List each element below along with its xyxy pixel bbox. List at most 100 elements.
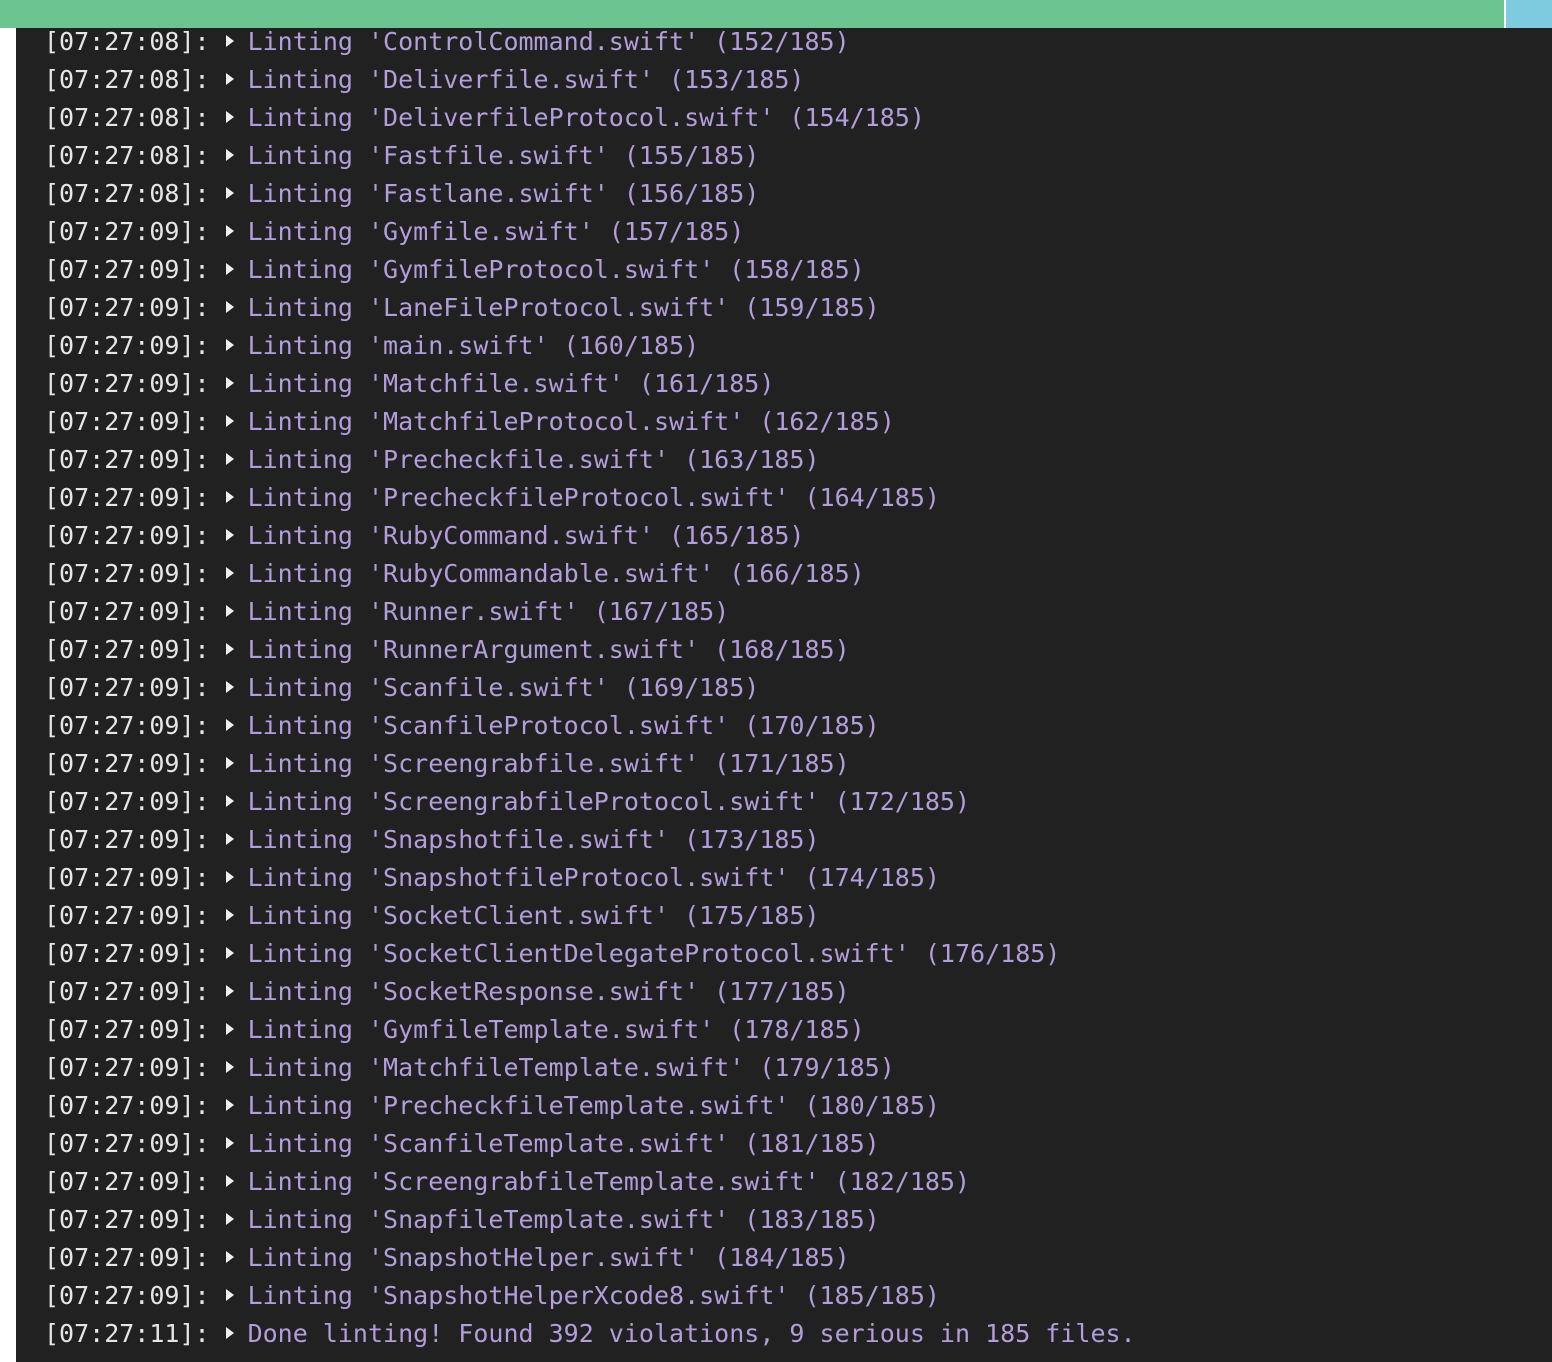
play-triangle-icon [225,149,234,161]
log-separator: : [194,825,210,854]
log-message: Linting 'LaneFileProtocol.swift' (159/18… [247,293,880,322]
log-separator: : [194,1129,210,1158]
play-triangle-icon [225,1327,234,1339]
log-message: Linting 'RunnerArgument.swift' (168/185) [247,635,850,664]
log-line: [07:27:09]: Linting 'RubyCommand.swift' (… [44,517,1136,555]
play-triangle-icon [225,833,234,845]
log-line: [07:27:09]: Linting 'SnapfileTemplate.swi… [44,1201,1136,1239]
log-separator: : [194,787,210,816]
log-message: Linting 'Precheckfile.swift' (163/185) [247,445,820,474]
play-triangle-icon [225,1175,234,1187]
log-separator: : [194,597,210,626]
play-triangle-icon [225,225,234,237]
play-triangle-icon [225,1023,234,1035]
play-triangle-icon [225,491,234,503]
log-message: Linting 'Scanfile.swift' (169/185) [247,673,760,702]
log-line: [07:27:09]: Linting 'SnapshotfileProtocol… [44,859,1136,897]
log-timestamp: [07:27:09] [44,559,195,588]
play-triangle-icon [225,1289,234,1301]
log-message: Linting 'Gymfile.swift' (157/185) [247,217,745,246]
log-separator: : [194,483,210,512]
log-timestamp: [07:27:09] [44,407,195,436]
log-message: Linting 'DeliverfileProtocol.swift' (154… [247,103,925,132]
play-triangle-icon [225,947,234,959]
terminal-output[interactable]: [07:27:08]: Linting 'ControlCommand.swift… [16,28,1552,1362]
log-message: Done linting! Found 392 violations, 9 se… [247,1319,1136,1348]
log-separator: : [194,635,210,664]
log-timestamp: [07:27:09] [44,1091,195,1120]
log-message: Linting 'RubyCommand.swift' (165/185) [247,521,805,550]
log-message: Linting 'SocketClientDelegateProtocol.sw… [247,939,1061,968]
log-separator: : [194,1281,210,1310]
log-line: [07:27:09]: Linting 'Scanfile.swift' (169… [44,669,1136,707]
log-timestamp: [07:27:09] [44,863,195,892]
log-line: [07:27:09]: Linting 'RubyCommandable.swif… [44,555,1136,593]
log-line: [07:27:08]: Linting 'DeliverfileProtocol.… [44,99,1136,137]
log-separator: : [194,103,210,132]
log-timestamp: [07:27:09] [44,369,195,398]
log-message: Linting 'ControlCommand.swift' (152/185) [247,28,850,56]
log-timestamp: [07:27:09] [44,1281,195,1310]
log-line: [07:27:09]: Linting 'ScanfileTemplate.swi… [44,1125,1136,1163]
log-message: Linting 'ScreengrabfileTemplate.swift' (… [247,1167,971,1196]
play-triangle-icon [225,1213,234,1225]
log-line: [07:27:11]: Done linting! Found 392 viola… [44,1315,1136,1353]
log-separator: : [194,1053,210,1082]
log-separator: : [194,673,210,702]
log-line: [07:27:09]: Linting 'SnapshotHelper.swift… [44,1239,1136,1277]
log-line: [07:27:09]: Linting 'Snapshotfile.swift' … [44,821,1136,859]
log-message: Linting 'PrecheckfileTemplate.swift' (18… [247,1091,940,1120]
log-timestamp: [07:27:09] [44,1053,195,1082]
play-triangle-icon [225,909,234,921]
log-line: [07:27:09]: Linting 'Screengrabfile.swift… [44,745,1136,783]
log-message: Linting 'PrecheckfileProtocol.swift' (16… [247,483,940,512]
log-line: [07:27:09]: Linting 'PrecheckfileTemplate… [44,1087,1136,1125]
log-message: Linting 'SnapshotfileProtocol.swift' (17… [247,863,940,892]
log-timestamp: [07:27:09] [44,331,195,360]
header-accent [1504,0,1552,28]
log-timestamp: [07:27:09] [44,673,195,702]
log-separator: : [194,1015,210,1044]
log-separator: : [194,939,210,968]
log-separator: : [194,711,210,740]
log-message: Linting 'SnapfileTemplate.swift' (183/18… [247,1205,880,1234]
log-separator: : [194,407,210,436]
log-separator: : [194,65,210,94]
log-message: Linting 'Snapshotfile.swift' (173/185) [247,825,820,854]
log-separator: : [194,1167,210,1196]
log-timestamp: [07:27:09] [44,711,195,740]
log-line: [07:27:09]: Linting 'ScreengrabfileProtoc… [44,783,1136,821]
log-separator: : [194,179,210,208]
play-triangle-icon [225,529,234,541]
play-triangle-icon [225,301,234,313]
play-triangle-icon [225,1251,234,1263]
log-message: Linting 'Fastfile.swift' (155/185) [247,141,760,170]
log-separator: : [194,1205,210,1234]
log-separator: : [194,521,210,550]
log-timestamp: [07:27:08] [44,28,195,56]
log-timestamp: [07:27:09] [44,825,195,854]
log-line: [07:27:09]: Linting 'RunnerArgument.swift… [44,631,1136,669]
log-timestamp: [07:27:09] [44,1167,195,1196]
log-separator: : [194,977,210,1006]
log-separator: : [194,1319,210,1348]
play-triangle-icon [225,187,234,199]
log-timestamp: [07:27:09] [44,293,195,322]
log-message: Linting 'main.swift' (160/185) [247,331,700,360]
log-separator: : [194,28,210,56]
log-separator: : [194,217,210,246]
log-list: [07:27:08]: Linting 'ControlCommand.swift… [44,28,1136,1353]
log-timestamp: [07:27:09] [44,787,195,816]
log-timestamp: [07:27:09] [44,255,195,284]
log-message: Linting 'MatchfileProtocol.swift' (162/1… [247,407,895,436]
play-triangle-icon [225,795,234,807]
log-timestamp: [07:27:08] [44,103,195,132]
log-line: [07:27:09]: Linting 'ScanfileProtocol.swi… [44,707,1136,745]
log-timestamp: [07:27:09] [44,483,195,512]
log-line: [07:27:08]: Linting 'Fastlane.swift' (156… [44,175,1136,213]
play-triangle-icon [225,985,234,997]
log-timestamp: [07:27:08] [44,65,195,94]
log-message: Linting 'Fastlane.swift' (156/185) [247,179,760,208]
log-line: [07:27:09]: Linting 'Runner.swift' (167/1… [44,593,1136,631]
log-line: [07:27:09]: Linting 'Matchfile.swift' (16… [44,365,1136,403]
